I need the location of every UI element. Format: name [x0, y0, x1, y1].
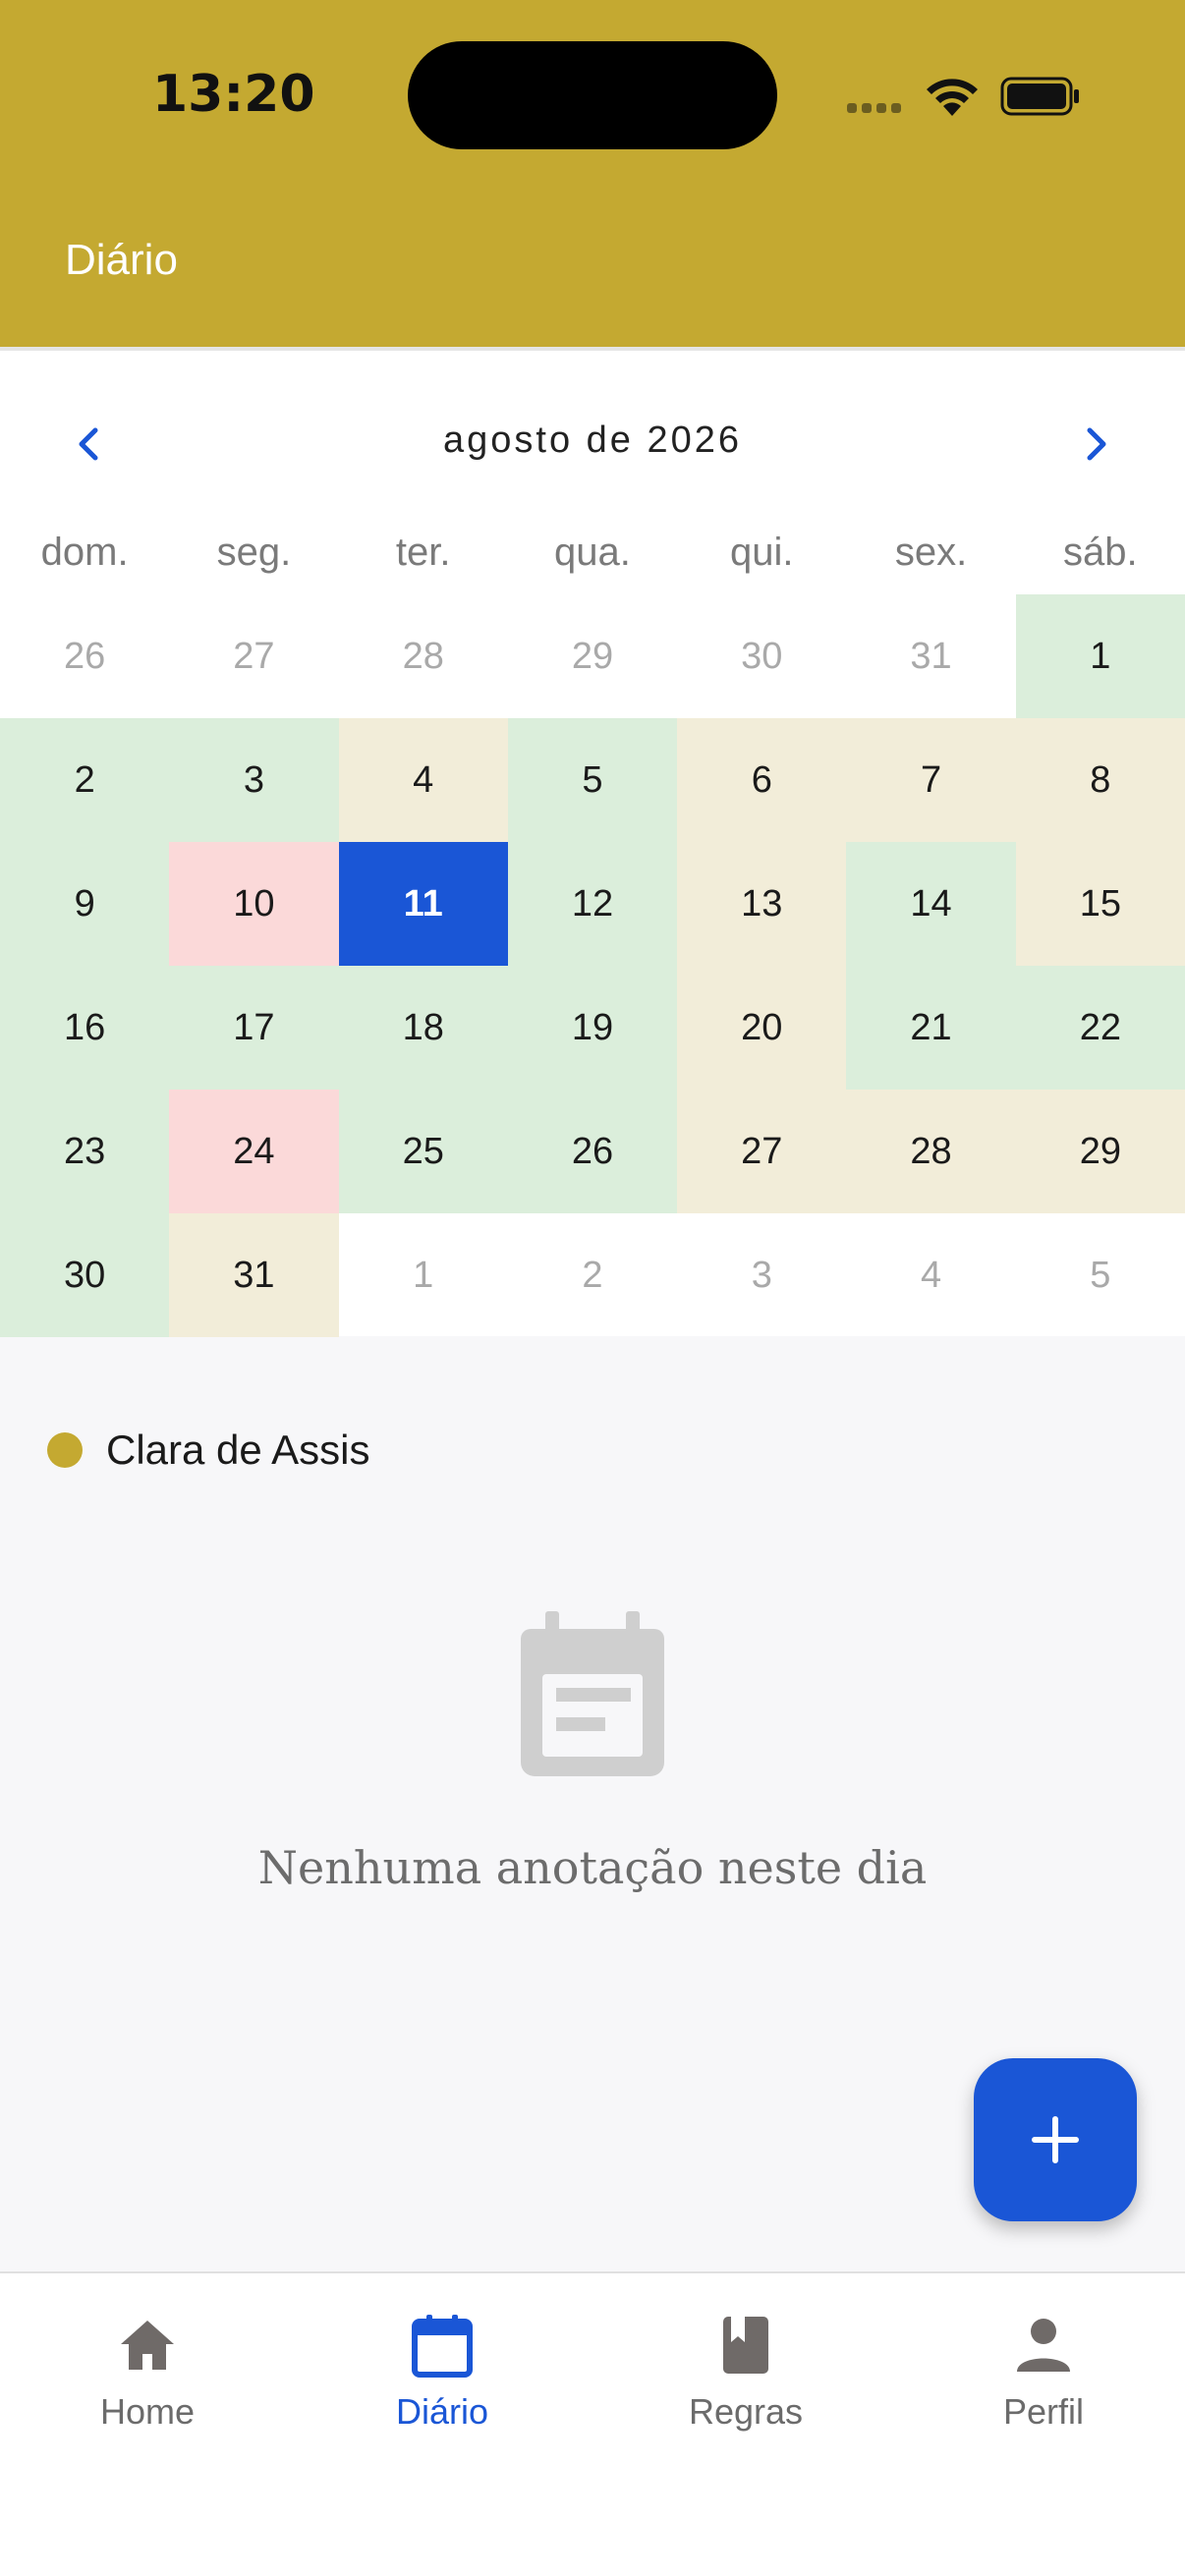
calendar-week: 2345678: [0, 718, 1185, 842]
calendar-day[interactable]: 4: [338, 718, 508, 842]
calendar-day[interactable]: 2: [0, 718, 170, 842]
next-month-button[interactable]: [1067, 410, 1126, 478]
weekday-label: qua.: [554, 531, 631, 574]
nav-item-home[interactable]: Home: [49, 2313, 246, 2433]
nav-label-home: Home: [99, 2391, 196, 2432]
home-icon: [121, 2321, 174, 2370]
battery-icon: [1000, 77, 1079, 116]
calendar-day-outside[interactable]: 28: [339, 594, 508, 718]
calendar-day[interactable]: 25: [338, 1090, 508, 1213]
calendar-day[interactable]: 1: [1015, 594, 1185, 718]
calendar-day-outside[interactable]: 27: [169, 594, 338, 718]
calendar-day-selected[interactable]: 11: [338, 842, 508, 966]
calendar-day-outside[interactable]: 4: [846, 1213, 1015, 1337]
calendar-day[interactable]: 16: [0, 966, 170, 1090]
calendar-day[interactable]: 26: [507, 1090, 678, 1213]
plus-icon: [1032, 2116, 1079, 2163]
calendar-day[interactable]: 17: [169, 966, 339, 1090]
calendar-day[interactable]: 8: [1015, 718, 1185, 842]
weekday-label: dom.: [40, 531, 129, 574]
calendar-day-outside[interactable]: 29: [508, 594, 677, 718]
book-icon: [723, 2317, 768, 2374]
calendar-day[interactable]: 6: [677, 718, 847, 842]
calendar-day-outside[interactable]: 31: [846, 594, 1015, 718]
calendar-day[interactable]: 20: [677, 966, 847, 1090]
status-time: 13:20: [152, 65, 315, 124]
user-color-dot: [47, 1432, 83, 1468]
calendar-day[interactable]: 21: [846, 966, 1016, 1090]
nav-label-regras: Regras: [688, 2391, 804, 2432]
page-title: Diário: [65, 236, 178, 284]
nav-item-perfil[interactable]: Perfil: [945, 2313, 1142, 2433]
calendar-grid: 26 27 28 29 30 31 1 2 3 4 5 6 7 8 9 10 11 12 13 14 15 16 17 18 1…: [0, 594, 1185, 1337]
calendar-day-outside[interactable]: 3: [677, 1213, 846, 1337]
weekday-label: sex.: [894, 531, 968, 574]
calendar-note-icon: [521, 1611, 664, 1776]
calendar-day-outside[interactable]: 26: [0, 594, 169, 718]
calendar-week: 26 27 28 29 30 31 1: [0, 594, 1185, 718]
nav-label-perfil: Perfil: [1002, 2391, 1085, 2432]
empty-state-message: Nenhuma anotação neste dia: [257, 1841, 928, 1894]
user-name: Clara de Assis: [106, 1427, 370, 1473]
calendar-day[interactable]: 7: [846, 718, 1016, 842]
calendar-day[interactable]: 24: [169, 1090, 339, 1213]
calendar-day-outside[interactable]: 30: [677, 594, 846, 718]
calendar-week: 16 17 18 19 20 21 22: [0, 966, 1185, 1090]
calendar-day[interactable]: 10: [169, 842, 339, 966]
calendar-day[interactable]: 15: [1015, 842, 1185, 966]
calendar-week: 23 24 25 26 27 28 29: [0, 1090, 1185, 1213]
user-legend: Clara de Assis: [47, 1427, 369, 1474]
calendar-day-outside[interactable]: 5: [1016, 1213, 1185, 1337]
calendar-day[interactable]: 3: [169, 718, 339, 842]
calendar-day[interactable]: 27: [677, 1090, 847, 1213]
chevron-right-icon: [1087, 427, 1106, 461]
calendar-day[interactable]: 30: [0, 1213, 170, 1337]
wifi-icon: [927, 79, 978, 116]
nav-label-diario: Diário: [395, 2391, 489, 2432]
calendar-day-outside[interactable]: 2: [508, 1213, 677, 1337]
calendar-day[interactable]: 18: [338, 966, 508, 1090]
nav-item-diario[interactable]: Diário: [344, 2313, 540, 2433]
calendar-week: 30 31 1 2 3 4 5: [0, 1213, 1185, 1337]
calendar-week: 9 10 11 12 13 14 15: [0, 842, 1185, 966]
calendar-day[interactable]: 13: [677, 842, 847, 966]
weekday-label: qui.: [730, 531, 794, 574]
calendar: agosto de 2026 dom. seg. ter. qua. qui. …: [0, 351, 1185, 1337]
weekday-label: ter.: [395, 531, 451, 574]
add-note-button[interactable]: [974, 2058, 1137, 2221]
calendar-day[interactable]: 28: [846, 1090, 1016, 1213]
calendar-day[interactable]: 29: [1015, 1090, 1185, 1213]
calendar-day[interactable]: 5: [507, 718, 678, 842]
calendar-day[interactable]: 22: [1015, 966, 1185, 1090]
bottom-navigation: Home Diário Regras Perfil: [0, 2271, 1185, 2576]
calendar-day[interactable]: 9: [0, 842, 170, 966]
cellular-signal-icon: [847, 103, 901, 113]
calendar-day[interactable]: 31: [169, 1213, 339, 1337]
nav-item-regras[interactable]: Regras: [648, 2313, 844, 2433]
weekday-label: sáb.: [1063, 531, 1138, 574]
calendar-day[interactable]: 14: [846, 842, 1016, 966]
month-title: agosto de 2026: [442, 420, 742, 461]
calendar-day[interactable]: 19: [507, 966, 678, 1090]
calendar-day[interactable]: 12: [507, 842, 678, 966]
weekday-header: dom. seg. ter. qua. qui. sex. sáb.: [0, 531, 1185, 575]
person-icon: [1017, 2319, 1070, 2372]
dynamic-island: [408, 41, 777, 149]
weekday-label: seg.: [216, 531, 292, 574]
calendar-day[interactable]: 23: [0, 1090, 170, 1213]
app-header: 13:20 Diário: [0, 0, 1185, 347]
calendar-day-outside[interactable]: 1: [339, 1213, 508, 1337]
calendar-icon: [412, 2315, 473, 2378]
